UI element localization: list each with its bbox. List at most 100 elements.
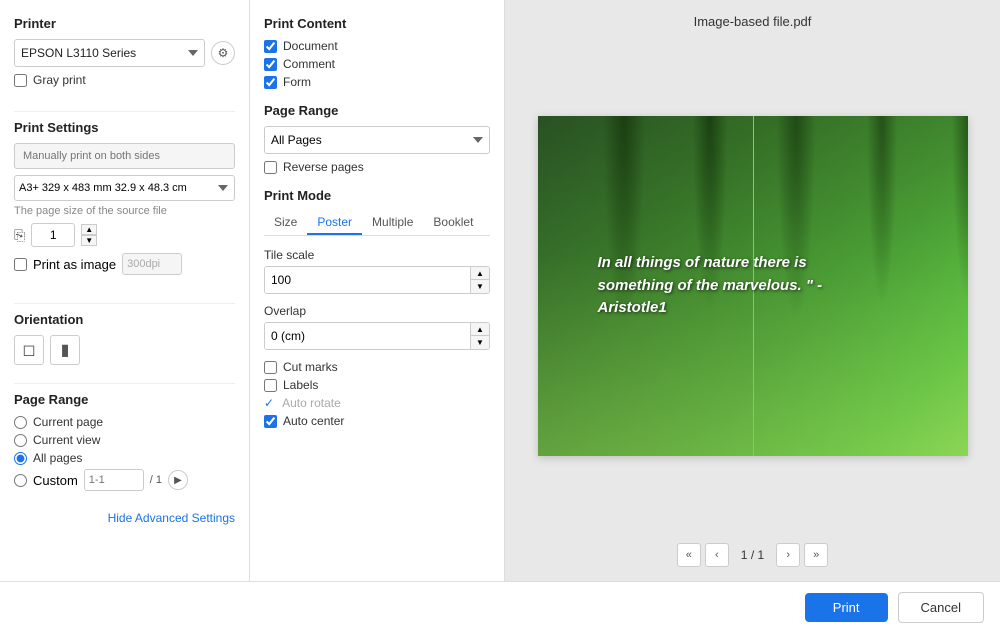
gray-print-label: Gray print xyxy=(33,73,86,87)
current-view-row: Current view xyxy=(14,433,235,447)
comment-checkbox[interactable] xyxy=(264,58,277,71)
all-pages-radio[interactable] xyxy=(14,452,27,465)
tile-scale-input[interactable] xyxy=(265,267,470,293)
page-total: 1 xyxy=(758,548,765,562)
landscape-btn[interactable]: ▮ xyxy=(50,335,80,365)
copies-up-btn[interactable]: ▲ xyxy=(81,224,97,235)
overlap-down-btn[interactable]: ▼ xyxy=(471,336,489,349)
next-page-btn[interactable]: › xyxy=(776,543,800,567)
custom-row: Custom / 1 ▶ xyxy=(14,469,235,491)
option-rows: Cut marks Labels ✓ Auto rotate Auto cent… xyxy=(264,360,490,428)
current-view-label: Current view xyxy=(33,433,100,447)
custom-label: Custom xyxy=(33,473,78,488)
form-label: Form xyxy=(283,75,311,89)
dpi-input: 300dpi xyxy=(122,253,182,275)
tile-scale-up-btn[interactable]: ▲ xyxy=(471,267,489,280)
cut-marks-label: Cut marks xyxy=(283,360,338,374)
auto-center-label: Auto center xyxy=(283,414,344,428)
current-page-row: Current page xyxy=(14,415,235,429)
print-mode-label: Print Mode xyxy=(264,188,490,203)
print-settings-section: Print Settings A3+ 329 x 483 mm 32.9 x 4… xyxy=(14,120,235,285)
printer-select-row: EPSON L3110 Series ⚙ xyxy=(14,39,235,67)
custom-radio[interactable] xyxy=(14,474,27,487)
right-panel: Image-based file.pdf In all things of na… xyxy=(505,0,1000,581)
print-settings-label: Print Settings xyxy=(14,120,235,135)
copies-icon: ⎘ xyxy=(14,227,25,244)
overlap-spinner: ▲ ▼ xyxy=(470,323,489,349)
document-row: Document xyxy=(264,39,490,53)
custom-range-input[interactable] xyxy=(84,469,144,491)
overlap-input-row: ▲ ▼ xyxy=(264,322,490,350)
gray-print-checkbox[interactable] xyxy=(14,74,27,87)
copies-row: ⎘ 1 ▲ ▼ xyxy=(14,223,235,247)
auto-rotate-label: Auto rotate xyxy=(282,396,341,410)
all-pages-label: All pages xyxy=(33,451,82,465)
preview-title: Image-based file.pdf xyxy=(694,14,812,29)
tab-booklet[interactable]: Booklet xyxy=(423,211,483,235)
both-sides-input xyxy=(14,143,235,169)
cut-marks-checkbox[interactable] xyxy=(264,361,277,374)
all-pages-row: All pages xyxy=(14,451,235,465)
bottom-bar: Print Cancel xyxy=(0,581,1000,633)
auto-center-row: Auto center xyxy=(264,414,490,428)
print-as-image-label: Print as image xyxy=(33,257,116,272)
labels-checkbox[interactable] xyxy=(264,379,277,392)
mode-tabs: Size Poster Multiple Booklet xyxy=(264,211,490,236)
portrait-btn[interactable]: ◻ xyxy=(14,335,44,365)
copies-input[interactable]: 1 xyxy=(31,223,75,247)
labels-label: Labels xyxy=(283,378,318,392)
overlap-up-btn[interactable]: ▲ xyxy=(471,323,489,336)
tile-scale-label: Tile scale xyxy=(264,248,490,262)
cut-marks-row: Cut marks xyxy=(264,360,490,374)
first-page-btn[interactable]: « xyxy=(677,543,701,567)
page-range-select[interactable]: All Pages xyxy=(264,126,490,154)
reverse-pages-checkbox[interactable] xyxy=(264,161,277,174)
paper-size-select[interactable]: A3+ 329 x 483 mm 32.9 x 48.3 cm xyxy=(14,175,235,201)
gray-print-row: Gray print xyxy=(14,73,235,87)
document-label: Document xyxy=(283,39,338,53)
page-range-section-left: Page Range Current page Current view All… xyxy=(14,392,235,495)
tab-poster[interactable]: Poster xyxy=(307,211,362,235)
auto-rotate-row: ✓ Auto rotate xyxy=(264,396,490,410)
of-label: / 1 xyxy=(150,474,162,486)
last-page-btn[interactable]: » xyxy=(804,543,828,567)
cancel-button[interactable]: Cancel xyxy=(898,592,984,623)
page-indicator: 1 / 1 xyxy=(733,548,772,562)
page-sep: / xyxy=(751,548,758,562)
current-page-label: Current page xyxy=(33,415,103,429)
left-panel: Printer EPSON L3110 Series ⚙ Gray print … xyxy=(0,0,250,581)
quote-text: In all things of nature there is somethi… xyxy=(598,252,878,320)
reverse-pages-label: Reverse pages xyxy=(283,160,364,174)
printer-settings-icon[interactable]: ⚙ xyxy=(211,41,235,65)
current-view-radio[interactable] xyxy=(14,434,27,447)
copies-down-btn[interactable]: ▼ xyxy=(81,235,97,246)
printer-select[interactable]: EPSON L3110 Series xyxy=(14,39,205,67)
document-checkbox[interactable] xyxy=(264,40,277,53)
paper-size-row: A3+ 329 x 483 mm 32.9 x 48.3 cm xyxy=(14,175,235,201)
tile-scale-down-btn[interactable]: ▼ xyxy=(471,280,489,293)
auto-center-checkbox[interactable] xyxy=(264,415,277,428)
overlap-input[interactable] xyxy=(265,323,470,349)
print-mode-section: Print Mode Size Poster Multiple Booklet … xyxy=(264,188,490,428)
comment-label: Comment xyxy=(283,57,335,71)
hide-advanced-link[interactable]: Hide Advanced Settings xyxy=(14,511,235,525)
print-content-label: Print Content xyxy=(264,16,490,31)
print-button[interactable]: Print xyxy=(805,593,888,622)
copies-spinner: ▲ ▼ xyxy=(81,224,97,246)
custom-nav-btn[interactable]: ▶ xyxy=(168,470,188,490)
page-size-hint: The page size of the source file xyxy=(14,205,235,217)
form-checkbox[interactable] xyxy=(264,76,277,89)
tab-multiple[interactable]: Multiple xyxy=(362,211,423,235)
page-range-label-mid: Page Range xyxy=(264,103,490,118)
current-page-radio[interactable] xyxy=(14,416,27,429)
overlap-label: Overlap xyxy=(264,304,490,318)
comment-row: Comment xyxy=(264,57,490,71)
prev-page-btn[interactable]: ‹ xyxy=(705,543,729,567)
orientation-section: Orientation ◻ ▮ xyxy=(14,312,235,365)
page-range-section-mid: Page Range All Pages Reverse pages xyxy=(264,103,490,174)
tab-size[interactable]: Size xyxy=(264,211,307,235)
print-content-section: Print Content Document Comment Form xyxy=(264,16,490,89)
tile-scale-input-row: ▲ ▼ xyxy=(264,266,490,294)
print-as-image-checkbox[interactable] xyxy=(14,258,27,271)
page-current: 1 xyxy=(741,548,748,562)
